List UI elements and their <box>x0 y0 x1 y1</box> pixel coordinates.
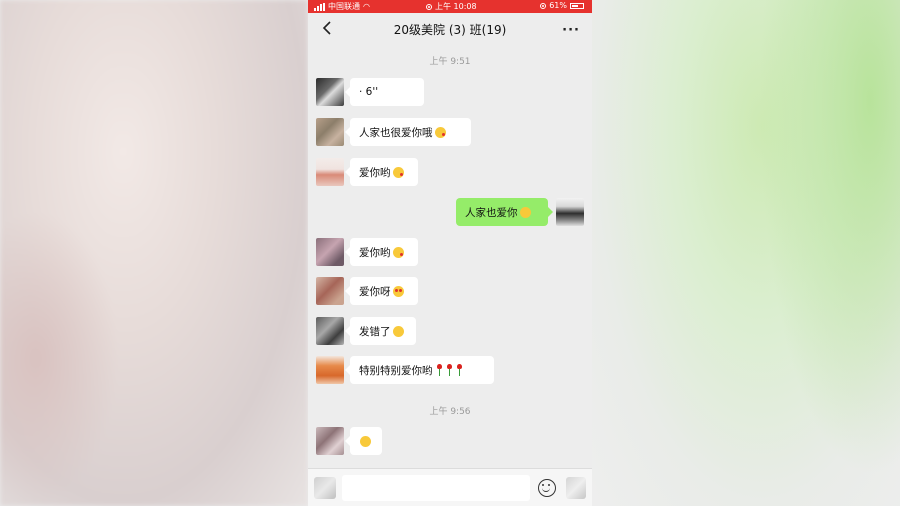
kiss-emoji-icon <box>392 166 404 178</box>
chevron-left-icon[interactable] <box>320 21 334 35</box>
wifi-icon: ◠ <box>363 2 370 11</box>
timestamp: 上午 9:51 <box>429 57 471 67</box>
message-bubble[interactable]: 爱你哟 <box>345 238 418 266</box>
message-text: 爱你哟 <box>359 166 391 179</box>
message-bubble[interactable]: 爱你呀 <box>345 277 418 305</box>
message-bubble[interactable]: · 6'' <box>345 78 424 106</box>
rose-icon <box>436 364 443 376</box>
my-avatar[interactable] <box>556 198 584 226</box>
battery-fill <box>572 4 578 7</box>
avatar[interactable] <box>316 78 344 106</box>
avatar[interactable] <box>316 118 344 146</box>
more-dots-icon[interactable]: ··· <box>562 23 580 38</box>
battery-icon <box>570 2 584 9</box>
more-actions-icon[interactable] <box>566 477 586 499</box>
heart-eyes-emoji-icon <box>392 285 404 297</box>
message-text: 人家也爱你 <box>465 206 518 219</box>
avatar[interactable] <box>316 238 344 266</box>
voice-toggle-icon[interactable] <box>314 477 336 499</box>
avatar[interactable] <box>316 317 344 345</box>
kiss-emoji-icon <box>392 246 404 258</box>
rose-icon <box>456 364 463 376</box>
signal-icon <box>314 2 325 11</box>
message-bubble[interactable] <box>345 427 382 455</box>
battery-percent: 61% <box>549 1 567 10</box>
message-text: 爱你哟 <box>359 246 391 259</box>
chat-title: 20级美院 (3) 班(19) <box>393 22 507 37</box>
kiss-emoji-icon <box>434 126 446 138</box>
message-bubble[interactable]: 特别特别爱你哟 <box>345 356 494 384</box>
avatar[interactable] <box>316 277 344 305</box>
phone-screen: 中国联通 ◠ 上午 10:08 61% 20级美院 (3) 班(19) ··· … <box>308 0 592 506</box>
status-time: 上午 10:08 <box>435 2 477 11</box>
message-bubble[interactable]: 爱你哟 <box>345 158 418 186</box>
avatar[interactable] <box>316 356 344 384</box>
message-text: 发错了 <box>359 325 391 338</box>
message-text: · 6'' <box>359 86 379 98</box>
emoji-picker-icon[interactable] <box>538 479 556 497</box>
message-text: 特别特别爱你哟 <box>359 364 433 377</box>
avatar[interactable] <box>316 427 344 455</box>
message-input[interactable] <box>342 475 530 501</box>
message-bubble[interactable]: 发错了 <box>345 317 416 345</box>
timestamp: 上午 9:56 <box>429 407 471 417</box>
chat-header: 20级美院 (3) 班(19) ··· <box>308 13 592 45</box>
carrier-label: 中国联通 <box>328 2 360 11</box>
blurred-background-left <box>0 0 308 506</box>
emoji-sticker-icon <box>360 435 371 447</box>
input-bar <box>308 468 592 506</box>
message-bubble[interactable]: 人家也很爱你哦 <box>345 118 471 146</box>
smile-emoji-icon <box>519 206 531 218</box>
recording-icon <box>426 3 432 10</box>
rose-icon <box>446 364 453 376</box>
status-bar: 中国联通 ◠ 上午 10:08 61% <box>308 0 592 13</box>
message-text: 爱你呀 <box>359 285 391 298</box>
message-text: 人家也很爱你哦 <box>359 126 433 139</box>
blurred-background-right <box>592 0 900 506</box>
avatar[interactable] <box>316 158 344 186</box>
my-message-bubble[interactable]: 人家也爱你 <box>456 198 553 226</box>
orientation-lock-icon <box>540 2 547 9</box>
embarrassed-emoji-icon <box>392 325 404 337</box>
